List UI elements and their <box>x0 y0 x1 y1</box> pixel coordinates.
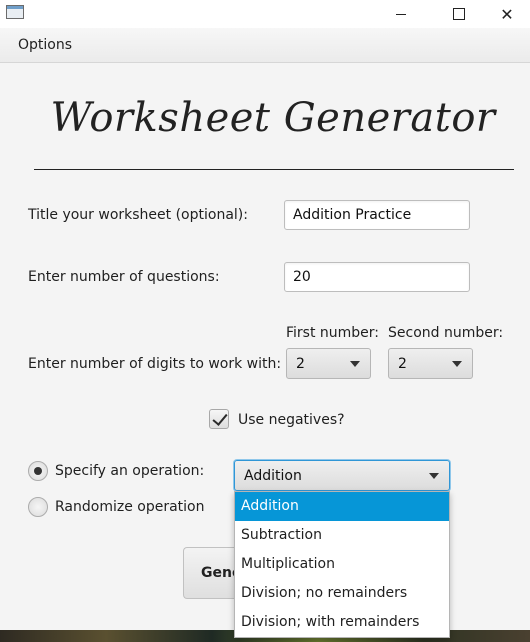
minimize-icon <box>396 13 406 15</box>
checkmark-icon <box>212 410 228 426</box>
maximize-icon <box>453 8 465 20</box>
second-number-digits-value: 2 <box>398 355 407 372</box>
questions-count-input[interactable]: 20 <box>284 262 470 292</box>
questions-field-label: Enter number of questions: <box>28 269 220 285</box>
chevron-down-icon <box>452 361 462 367</box>
operation-select-value: Addition <box>244 467 302 484</box>
worksheet-title-input[interactable]: Addition Practice <box>284 200 470 230</box>
title-field-label: Title your worksheet (optional): <box>28 207 248 223</box>
use-negatives-checkbox[interactable] <box>209 409 229 429</box>
use-negatives-label: Use negatives? <box>238 412 345 428</box>
first-number-digits-select[interactable]: 2 <box>286 348 371 379</box>
first-number-label: First number: <box>286 325 380 341</box>
dropdown-option-division-no-remainders[interactable]: Division; no remainders <box>235 579 449 608</box>
dropdown-option-division-with-remainders[interactable]: Division; with remainders <box>235 608 449 637</box>
app-window-icon <box>6 5 24 19</box>
specify-operation-label: Specify an operation: <box>55 463 205 479</box>
operation-dropdown-list: Addition Subtraction Multiplication Divi… <box>234 491 450 638</box>
operation-select[interactable]: Addition <box>234 460 450 491</box>
dropdown-option-multiplication[interactable]: Multiplication <box>235 550 449 579</box>
menu-options[interactable]: Options <box>18 37 72 53</box>
page-title: Worksheet Generator <box>50 95 496 141</box>
randomize-operation-radio[interactable] <box>28 497 48 517</box>
menu-bar: Options <box>0 28 530 63</box>
window-titlebar: ✕ <box>0 0 530 28</box>
specify-operation-radio[interactable] <box>28 461 48 481</box>
maximize-button[interactable] <box>436 0 482 28</box>
chevron-down-icon <box>350 361 360 367</box>
randomize-operation-label: Randomize operation <box>55 499 205 515</box>
dropdown-option-addition[interactable]: Addition <box>235 492 449 521</box>
dropdown-option-subtraction[interactable]: Subtraction <box>235 521 449 550</box>
second-number-label: Second number: <box>388 325 504 341</box>
chevron-down-icon <box>429 473 439 479</box>
second-number-digits-select[interactable]: 2 <box>388 348 473 379</box>
title-divider <box>34 169 514 170</box>
first-number-digits-value: 2 <box>296 355 305 372</box>
worksheet-title-value: Addition Practice <box>293 207 412 223</box>
digits-field-label: Enter number of digits to work with: <box>28 356 282 372</box>
minimize-button[interactable] <box>378 0 424 28</box>
questions-count-value: 20 <box>293 269 311 285</box>
close-icon: ✕ <box>500 4 514 24</box>
close-button[interactable]: ✕ <box>484 0 530 28</box>
radio-selected-icon <box>34 467 42 475</box>
